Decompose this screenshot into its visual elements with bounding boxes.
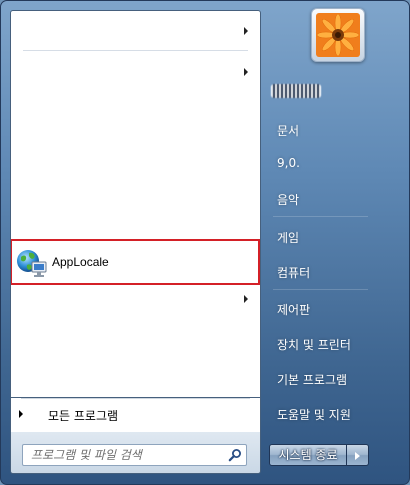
separator — [273, 289, 368, 290]
triangle-right-icon — [19, 410, 23, 418]
right-item-control-panel[interactable]: 제어판 — [277, 301, 310, 318]
right-item-documents[interactable]: 문서 — [277, 122, 299, 139]
search-input[interactable] — [23, 445, 218, 465]
separator — [23, 50, 248, 51]
triangle-right-icon — [355, 452, 360, 460]
jump-list-arrow-3[interactable] — [244, 295, 248, 303]
user-name-redacted[interactable] — [271, 84, 321, 98]
jump-list-arrow-1[interactable] — [244, 27, 248, 35]
search-area — [10, 432, 261, 474]
separator — [21, 398, 250, 399]
program-item-applocale[interactable]: AppLocale — [11, 239, 260, 285]
right-item-default-programs[interactable]: 기본 프로그램 — [277, 371, 347, 388]
right-item-pictures[interactable]: 9,0. — [277, 156, 300, 170]
all-programs-label: 모든 프로그램 — [48, 409, 119, 423]
jump-list-arrow-2[interactable] — [244, 68, 248, 76]
separator — [273, 216, 368, 217]
search-box[interactable] — [22, 444, 247, 466]
shutdown-options-button[interactable] — [347, 444, 369, 466]
flower-avatar-icon — [316, 13, 360, 57]
right-item-help-support[interactable]: 도움말 및 지원 — [277, 406, 351, 423]
applocale-globe-icon — [17, 250, 47, 277]
right-item-computer[interactable]: 컴퓨터 — [277, 264, 310, 281]
programs-list: AppLocale — [10, 10, 261, 398]
program-label: AppLocale — [52, 255, 109, 269]
all-programs-button[interactable]: 모든 프로그램 — [10, 398, 261, 432]
right-item-games[interactable]: 게임 — [277, 229, 299, 246]
right-item-devices-printers[interactable]: 장치 및 프린터 — [277, 336, 351, 353]
right-item-music[interactable]: 음악 — [277, 191, 299, 208]
user-picture[interactable] — [311, 8, 365, 62]
search-icon[interactable] — [228, 448, 242, 462]
start-menu: AppLocale 모든 프로그램 프로그램 및 파일 검색 문서 9,0. 음… — [0, 0, 410, 485]
shutdown-button[interactable]: 시스템 종료 — [269, 444, 347, 466]
